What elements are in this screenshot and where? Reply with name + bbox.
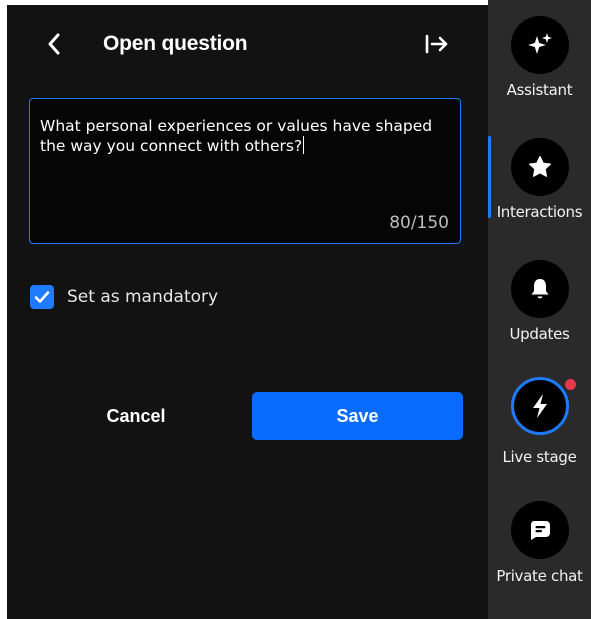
- back-button[interactable]: [40, 30, 68, 58]
- sidebar-item-private-chat[interactable]: Private chat: [488, 499, 591, 609]
- page-edge: [0, 499, 7, 619]
- sidebar-item-live-stage[interactable]: Live stage: [488, 375, 591, 485]
- checkmark-icon: [34, 291, 50, 303]
- bell-icon: [531, 279, 549, 299]
- text-caret: [303, 136, 305, 154]
- page-title: Open question: [103, 32, 248, 55]
- sidebar-item-label: Live stage: [502, 448, 577, 466]
- mandatory-label: Set as mandatory: [67, 287, 219, 307]
- character-counter: 80/150: [389, 213, 449, 233]
- collapse-panel-button[interactable]: [420, 30, 454, 58]
- sidebar-item-assistant[interactable]: Assistant: [488, 14, 591, 124]
- sidebar-item-updates[interactable]: Updates: [488, 258, 591, 368]
- chat-bubble-icon: [531, 521, 550, 540]
- save-button[interactable]: Save: [252, 392, 463, 440]
- sidebar-item-label: Interactions: [496, 203, 583, 221]
- panel-lower-area: [7, 499, 488, 619]
- mandatory-option[interactable]: Set as mandatory: [30, 284, 218, 310]
- sparkles-icon: [528, 33, 552, 54]
- mandatory-checkbox[interactable]: [30, 285, 54, 309]
- sidebar-item-label: Assistant: [506, 81, 573, 99]
- sidebar-item-label: Private chat: [496, 567, 583, 585]
- sidebar-item-interactions[interactable]: Interactions: [488, 136, 591, 246]
- arrow-to-right-icon: [425, 34, 448, 54]
- sidebar-item-label: Updates: [509, 325, 570, 343]
- cancel-button[interactable]: Cancel: [66, 393, 206, 439]
- chevron-left-icon: [48, 33, 60, 55]
- question-text: What personal experiences or values have…: [40, 117, 433, 155]
- question-textarea[interactable]: What personal experiences or values have…: [29, 98, 461, 244]
- right-sidebar: Assistant Interactions Updates Live stag…: [488, 0, 591, 619]
- notification-dot: [564, 378, 577, 391]
- lightning-icon: [533, 394, 547, 418]
- star-icon: [529, 156, 551, 177]
